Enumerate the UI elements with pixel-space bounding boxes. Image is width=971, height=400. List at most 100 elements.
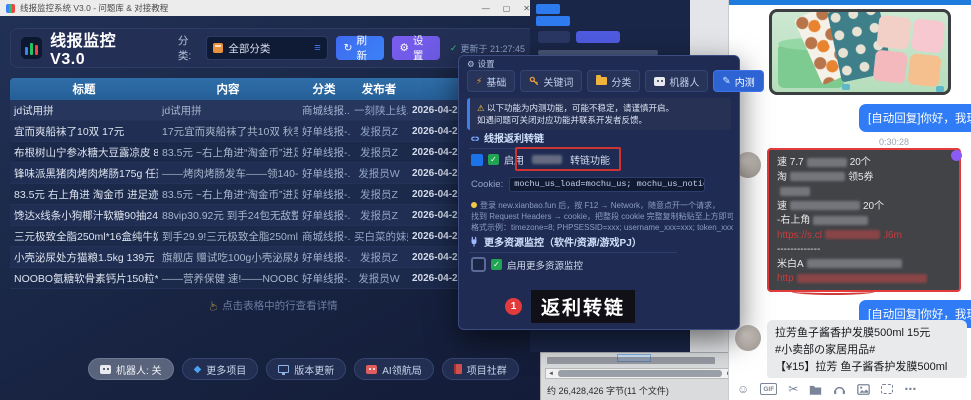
check-icon: ✓: [450, 43, 458, 54]
ai-navigator-button[interactable]: AI领航局: [354, 358, 433, 380]
screenshot-scissors-icon[interactable]: ✂: [788, 383, 798, 395]
pencil-icon: ✎: [722, 76, 730, 87]
blurred-text: [790, 172, 845, 181]
incoming-message-annotated[interactable]: 速 7.720个 淘领5券 速20个 -右上角 https://s.cl.l6m…: [767, 148, 961, 292]
more-icon[interactable]: ⋯: [904, 383, 916, 395]
checkbox-checked-icon[interactable]: ✓: [488, 154, 499, 165]
annotation-label: 返利转链: [531, 290, 635, 323]
blurred-text: [797, 274, 927, 283]
cookie-tips: 登录 new.xianbao.fun 后，按 F12 → Network，随意点…: [471, 200, 733, 233]
blurred-text: [790, 201, 860, 210]
red-underline-annotation: [791, 288, 875, 295]
cookie-input[interactable]: mochu_us_load=mochu_us; mochu_us_notice: [509, 177, 705, 192]
dropdown-icon: ≡: [314, 42, 320, 54]
sticker-grid-graphic: [873, 15, 946, 88]
tab-keywords[interactable]: 关键词: [520, 70, 582, 92]
tab-beta[interactable]: ✎ 内测: [713, 70, 763, 92]
plug-icon: [469, 236, 479, 247]
monitor-icon: [278, 365, 289, 373]
refresh-button[interactable]: ↻ 刷新: [336, 36, 384, 60]
incoming-message[interactable]: 拉芳鱼子酱香护发膜500ml 15元 #小卖部の家居用品# 【¥15】拉芳 鱼子…: [767, 320, 967, 380]
message-timestamp: 0:30:28: [839, 137, 949, 147]
col-title: 标题: [10, 81, 158, 97]
section-more-resources: 更多资源监控（软件/资源/游戏PJ）: [469, 234, 677, 253]
key-icon: [529, 76, 539, 86]
footer-toolbar: 机器人: 关 ◆ 更多项目 版本更新 AI领航局 项目社群: [88, 358, 519, 380]
blurred-text: [825, 230, 880, 239]
blurred-text: [807, 158, 847, 167]
red-link[interactable]: https://s.cl.l6m: [777, 229, 951, 244]
outgoing-message[interactable]: [自动回复]你好，我现: [859, 104, 971, 132]
more-projects-button[interactable]: ◆ 更多项目: [182, 358, 259, 380]
window-title: 线报监控系统 V3.0 - 问题库 & 对接教程: [20, 2, 168, 14]
avatar[interactable]: [735, 325, 761, 351]
robot-icon: [366, 365, 377, 374]
headset-icon[interactable]: [833, 384, 846, 395]
category-select[interactable]: 全部分类 ≡: [206, 36, 327, 60]
emoji-icon[interactable]: ☺: [737, 383, 749, 395]
blue-chip-button[interactable]: [536, 4, 560, 14]
category-value: 全部分类: [228, 41, 270, 56]
pointing-hand-icon: ☞: [207, 301, 221, 312]
maximize-button[interactable]: ▢: [503, 4, 511, 13]
refresh-icon: ↻: [344, 42, 353, 54]
tab-categories[interactable]: 分类: [587, 70, 640, 92]
col-publisher: 发布者: [350, 81, 408, 97]
chat-window: [自动回复]你好，我现 0:30:28 速 7.720个 淘领5券 速20个 -…: [728, 0, 971, 400]
file-status-text: 约 26,428,426 字节(11 个文件): [547, 384, 669, 397]
cookie-label: Cookie:: [471, 179, 503, 190]
annotation-number-badge: 1: [505, 298, 522, 315]
screen-share-icon[interactable]: [881, 384, 893, 394]
checkbox-unchecked-icon[interactable]: [471, 257, 486, 272]
horizontal-scrollbar[interactable]: ◄ ►: [545, 368, 735, 379]
file-window: ◄ ► 约 26,428,426 字节(11 个文件): [540, 352, 742, 400]
file-folder-icon[interactable]: [809, 384, 822, 395]
app-logo-icon: [21, 37, 42, 59]
gif-icon[interactable]: GIF: [760, 383, 777, 395]
app-logo-icon: [6, 4, 15, 13]
blurred-text: [547, 357, 715, 364]
warning-icon: ⚠: [477, 103, 485, 113]
col-category: 分类: [298, 81, 350, 97]
close-button[interactable]: ✕: [523, 4, 530, 13]
minimize-button[interactable]: —: [482, 4, 490, 13]
scroll-left-icon[interactable]: ◄: [546, 371, 556, 377]
lightning-icon: ⚡: [476, 76, 482, 87]
chat-top-accent: [729, 0, 971, 5]
col-content: 内容: [158, 81, 298, 97]
blue-chip-button[interactable]: [536, 16, 570, 26]
version-update-button[interactable]: 版本更新: [266, 358, 346, 380]
chat-toolbar: ☺ GIF ✂ ⋯: [729, 378, 971, 400]
dialog-tabs: ⚡ 基础 关键词 分类 机器人 ✎ 内测: [467, 70, 764, 92]
tab-robot[interactable]: 机器人: [645, 70, 708, 92]
settings-button[interactable]: ⚙ 设置: [392, 36, 440, 60]
gem-graphic: [936, 86, 944, 92]
last-updated-status: ✓ 更新于 21:27:45: [450, 42, 525, 55]
secondary-button[interactable]: [538, 31, 570, 43]
project-community-button[interactable]: 项目社群: [442, 358, 519, 380]
beta-warning: ⚠ 以下功能为内测功能，可能不稳定，请谨慎开启。 如遇问题可关闭对应功能并联系开…: [467, 98, 731, 130]
enable-more-resources-row[interactable]: ✓ 启用更多资源监控: [471, 257, 583, 272]
link-icon: [469, 133, 479, 143]
cookie-row: Cookie: mochu_us_load=mochu_us; mochu_us…: [471, 177, 705, 192]
folder-icon: [596, 77, 607, 85]
blurred-text: [780, 187, 810, 196]
blurred-text: [813, 216, 868, 225]
robot-icon: [100, 365, 111, 374]
blurred-text: [807, 259, 902, 268]
red-link[interactable]: http: [777, 272, 951, 287]
tab-basic[interactable]: ⚡ 基础: [467, 70, 515, 92]
purple-emoji-icon: [951, 150, 962, 161]
screen: 线报监控系统 V3.0 - 问题库 & 对接教程 — ▢ ✕ 线报监控 V3.0…: [0, 0, 971, 400]
gear-icon: ⚙: [400, 42, 409, 54]
scrollbar-thumb[interactable]: [558, 370, 722, 377]
robot-toggle-button[interactable]: 机器人: 关: [88, 358, 174, 380]
primary-button[interactable]: [576, 31, 620, 43]
image-message[interactable]: [769, 9, 951, 95]
rebate-annotation: 1 返利转链: [505, 290, 635, 323]
checkbox-checked-icon[interactable]: ✓: [491, 259, 502, 270]
image-icon[interactable]: [857, 384, 870, 395]
book-icon: [213, 43, 223, 53]
gem-graphic: [842, 84, 850, 90]
robot-icon: [654, 77, 665, 86]
